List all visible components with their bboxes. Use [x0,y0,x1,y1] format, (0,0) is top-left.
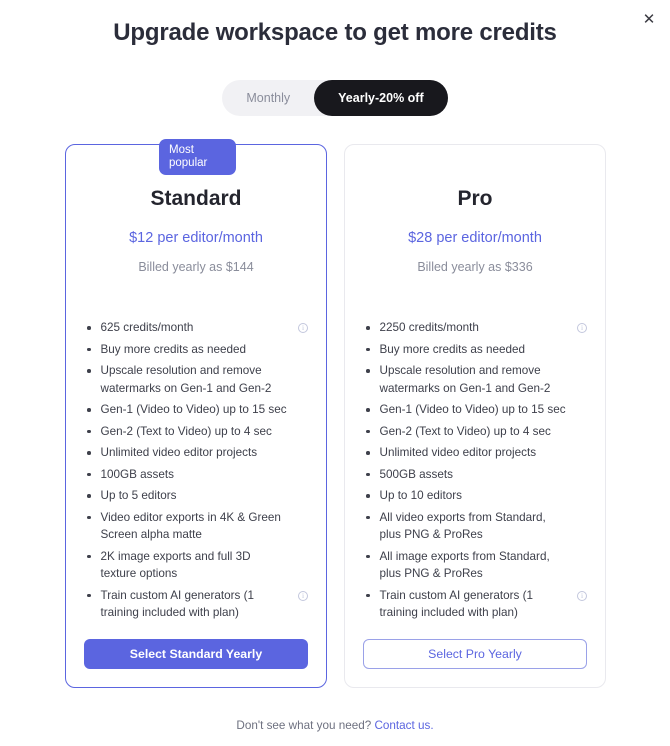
plan-card-standard[interactable]: Most popular Standard $12 per editor/mon… [65,139,327,688]
feature-label: Unlimited video editor projects [379,446,537,459]
feature-item: Buy more credits as needed [84,341,308,359]
feature-item: Train custom AI generators (1 training i… [363,587,587,622]
bullet-icon [366,515,370,519]
bullet-icon [87,369,91,373]
feature-label: Upscale resolution and remove watermarks… [379,364,551,395]
feature-item: 500GB assets [363,466,587,484]
bullet-icon [87,472,91,476]
feature-label: Video editor exports in 4K & Green Scree… [100,510,281,542]
plan-price: $12 per editor/month [129,230,263,246]
page-title: Upgrade workspace to get more credits [113,19,557,46]
feature-item: 2250 credits/month i [363,319,587,337]
feature-item: Gen-1 (Video to Video) up to 15 sec [84,401,308,419]
plan-name: Standard [150,187,242,210]
plan-billed-note: Billed yearly as $144 [138,260,254,274]
bullet-icon [87,347,91,351]
feature-label: Buy more credits as needed [100,342,247,356]
feature-label: Up to 5 editors [100,489,177,502]
bullet-icon [366,429,370,433]
bullet-icon [366,369,370,373]
info-icon[interactable]: i [577,590,587,601]
select-plan-button[interactable]: Select Pro Yearly [363,639,587,669]
feature-label: Upscale resolution and remove watermarks… [100,364,272,395]
bullet-icon [366,554,370,558]
feature-item: Unlimited video editor projects [363,444,587,462]
bullet-icon [87,451,91,455]
bullet-icon [366,472,370,476]
feature-item: All video exports from Standard, plus PN… [363,509,587,544]
upgrade-modal: ✕ Upgrade workspace to get more credits … [0,0,670,746]
feature-label: 500GB assets [379,467,453,481]
feature-label: Train custom AI generators (1 training i… [100,588,255,620]
bullet-icon [87,429,91,433]
feature-label: Unlimited video editor projects [100,446,258,459]
billing-toggle-track: Monthly Yearly-20% off [222,80,448,116]
bullet-icon [87,494,91,498]
plan-cards: Most popular Standard $12 per editor/mon… [65,139,606,688]
billing-toggle: Monthly Yearly-20% off [0,80,670,116]
feature-item: 625 credits/month i [84,319,308,337]
feature-label: Gen-2 (Text to Video) up to 4 sec [379,424,551,438]
info-icon[interactable]: i [298,590,308,601]
bullet-icon [87,408,91,412]
bullet-icon [366,451,370,455]
footer: Don't see what you need? Contact us. [0,719,670,732]
bullet-icon [87,554,91,558]
footer-question: Don't see what you need? [236,719,372,732]
toggle-option-monthly[interactable]: Monthly [222,80,314,116]
feature-list: 2250 credits/month i Buy more credits as n… [363,319,587,626]
feature-item: Up to 10 editors [363,487,587,505]
feature-label: All video exports from Standard, plus PN… [379,510,546,542]
plan-billed-note: Billed yearly as $336 [417,260,533,274]
plan-name: Pro [457,187,493,210]
feature-item: 100GB assets [84,466,308,484]
feature-label: 100GB assets [100,467,174,481]
select-plan-button[interactable]: Select Standard Yearly [84,639,308,669]
feature-item: Buy more credits as needed [363,341,587,359]
feature-label: 2K image exports and full 3D texture opt… [100,549,251,581]
feature-label: Buy more credits as needed [379,342,526,356]
bullet-icon [87,593,91,597]
bullet-icon [366,408,370,412]
feature-label: Train custom AI generators (1 training i… [379,588,534,620]
most-popular-badge: Most popular [159,139,236,175]
bullet-icon [366,494,370,498]
toggle-option-yearly[interactable]: Yearly-20% off [314,80,448,116]
plan-price: $28 per editor/month [408,230,542,246]
plan-card-pro[interactable]: Pro $28 per editor/month Billed yearly a… [344,144,606,688]
feature-label: 625 credits/month [100,321,194,334]
feature-label: Up to 10 editors [379,489,463,502]
bullet-icon [87,515,91,519]
info-icon[interactable]: i [298,323,308,333]
info-icon[interactable]: i [577,323,587,333]
bullet-icon [366,347,370,351]
bullet-icon [87,326,91,330]
feature-item: All image exports from Standard, plus PN… [363,548,587,583]
feature-item: Gen-1 (Video to Video) up to 15 sec [363,401,587,419]
bullet-icon [366,593,370,597]
feature-item: Train custom AI generators (1 training i… [84,587,308,622]
feature-item: 2K image exports and full 3D texture opt… [84,548,308,583]
contact-us-link[interactable]: Contact us. [374,719,433,732]
feature-label: 2250 credits/month [379,321,479,334]
feature-item: Gen-2 (Text to Video) up to 4 sec [363,423,587,441]
feature-item: Video editor exports in 4K & Green Scree… [84,509,308,544]
feature-item: Up to 5 editors [84,487,308,505]
feature-label: All image exports from Standard, plus PN… [379,549,550,581]
bullet-icon [366,326,370,330]
feature-label: Gen-2 (Text to Video) up to 4 sec [100,424,272,438]
feature-label: Gen-1 (Video to Video) up to 15 sec [379,403,566,416]
feature-item: Gen-2 (Text to Video) up to 4 sec [84,423,308,441]
feature-item: Upscale resolution and remove watermarks… [363,362,587,397]
feature-label: Gen-1 (Video to Video) up to 15 sec [100,403,287,416]
feature-item: Upscale resolution and remove watermarks… [84,362,308,397]
feature-list: 625 credits/month i Buy more credits as ne… [84,319,308,626]
feature-item: Unlimited video editor projects [84,444,308,462]
